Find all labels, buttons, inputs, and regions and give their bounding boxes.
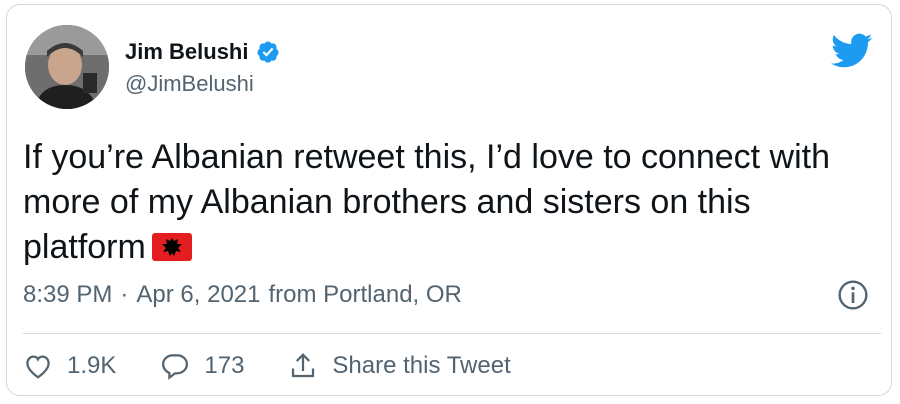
tweet-date[interactable]: Apr 6, 2021: [136, 281, 260, 309]
verified-badge-icon: [257, 41, 279, 63]
display-name[interactable]: Jim Belushi: [125, 39, 248, 65]
share-icon: [292, 353, 315, 378]
author-info: Jim Belushi @JimBelushi: [125, 39, 280, 97]
avatar[interactable]: [25, 25, 109, 109]
tweet-text-word: platform: [23, 228, 146, 266]
share-button[interactable]: Share this Tweet: [288, 351, 511, 381]
tweet-text: If you’re Albanian retweet this, I’d lov…: [23, 135, 873, 270]
tweet-text-line: If you’re Albanian retweet this, I’d lov…: [23, 138, 831, 176]
tweet-text-line: more of my Albanian brothers and sisters…: [23, 183, 751, 221]
tweet-text-line: platform: [23, 225, 873, 270]
heart-icon: [26, 355, 50, 379]
share-label: Share this Tweet: [332, 352, 511, 379]
handle[interactable]: @JimBelushi: [125, 71, 280, 97]
like-count: 1.9K: [67, 352, 117, 379]
tweet-card[interactable]: Jim Belushi @JimBelushi If you’re Albani…: [6, 4, 892, 396]
albanian-flag-emoji: [151, 233, 192, 261]
reply-bubble-icon: [162, 354, 189, 380]
tweet-time[interactable]: 8:39 PM: [23, 281, 112, 309]
tweet-meta: 8:39 PM · Apr 6, 2021 from Portland, OR: [23, 281, 462, 309]
tweet-actions: 1.9K 173 Share this Tweet: [23, 351, 555, 381]
tweet-location: from Portland, OR: [268, 281, 462, 308]
info-icon[interactable]: [837, 279, 869, 311]
avatar-photo: [25, 25, 109, 109]
like-button[interactable]: 1.9K: [23, 351, 116, 381]
reply-button[interactable]: 173: [160, 351, 244, 381]
meta-separator: ·: [120, 281, 129, 308]
twitter-bird-icon[interactable]: [831, 33, 873, 69]
divider: [23, 333, 881, 334]
reply-count: 173: [204, 352, 245, 379]
